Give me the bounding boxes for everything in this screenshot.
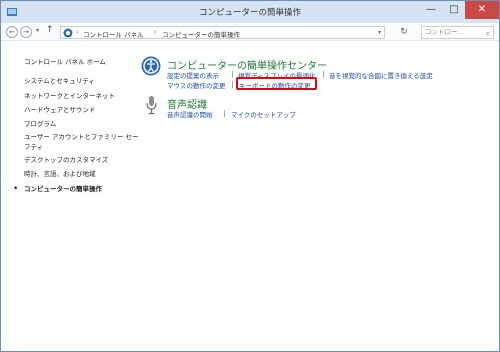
link-separator — [232, 71, 233, 78]
search-icon[interactable]: ⌕ — [486, 28, 490, 39]
breadcrumb-separator: › — [76, 28, 79, 36]
link-separator — [224, 110, 225, 117]
sidebar-item-network[interactable]: ネットワークとインターネット — [24, 90, 115, 100]
sidebar-item-ease-of-access[interactable]: コンピューターの簡単操作 — [24, 183, 102, 193]
search-placeholder: コントロー... — [425, 28, 464, 36]
breadcrumb-separator: › — [154, 28, 157, 36]
sidebar-item-hardware-sound[interactable]: ハードウェアとサウンド — [24, 104, 95, 114]
link-change-mouse[interactable]: マウスの動作の変更 — [167, 80, 226, 90]
forward-arrow-icon[interactable]: → — [20, 26, 32, 38]
sidebar-item-programs[interactable]: プログラム — [24, 118, 56, 128]
address-box[interactable]: › コントロール パネル › コンピューターの簡単操作 ▾ — [60, 26, 385, 39]
link-separator — [323, 71, 324, 78]
breadcrumb-control-panel[interactable]: コントロール パネル — [83, 29, 144, 39]
sidebar-home-link[interactable]: コントロール パネル ホーム — [24, 56, 106, 66]
sidebar: コントロール パネル ホーム システムとセキュリティ ネットワークとインターネッ… — [1, 41, 139, 351]
recent-locations-dropdown-icon[interactable]: ▾ — [36, 27, 39, 34]
search-input[interactable]: コントロー... ⌕ — [421, 26, 494, 39]
keyboard-link-highlight — [236, 77, 317, 90]
link-setup-microphone[interactable]: マイクのセットアップ — [231, 109, 296, 119]
title-bar: コンピューターの簡単操作 — □ ✕ — [1, 1, 499, 23]
link-visual-cues[interactable]: 音を視覚的な合図に置き換える設定 — [329, 70, 433, 80]
breadcrumb-ease-of-access[interactable]: コンピューターの簡単操作 — [162, 29, 240, 39]
close-button[interactable]: ✕ — [465, 1, 499, 19]
refresh-icon[interactable]: ↻ — [395, 26, 413, 39]
sidebar-item-user-accounts[interactable]: ユーザー アカウントとファミリー セー — [24, 131, 139, 141]
ease-of-access-center-icon — [141, 56, 161, 76]
sidebar-item-desktop[interactable]: デスクトップのカスタマイズ — [24, 154, 108, 164]
link-separator — [232, 81, 233, 88]
sidebar-item-system-security[interactable]: システムとセキュリティ — [24, 75, 95, 85]
navigation-bar: ← → ▾ ↑ › コントロール パネル › コンピューターの簡単操作 ▾ ↻ … — [1, 23, 499, 41]
link-start-speech-recognition[interactable]: 音声認識の開始 — [167, 109, 213, 119]
control-panel-window: コンピューターの簡単操作 — □ ✕ ← → ▾ ↑ › コントロール パネル … — [0, 0, 500, 352]
up-arrow-icon[interactable]: ↑ — [46, 25, 54, 35]
address-dropdown-icon[interactable]: ▾ — [378, 29, 381, 36]
microphone-icon — [146, 96, 157, 115]
minimize-button[interactable]: — — [419, 1, 443, 19]
maximize-button[interactable]: □ — [443, 1, 465, 19]
ease-of-access-icon — [63, 28, 73, 38]
current-item-bullet: • — [13, 184, 19, 194]
sidebar-item-user-accounts-cont[interactable]: フティ — [24, 141, 43, 151]
sidebar-item-clock-region[interactable]: 時計、言語、および地域 — [24, 168, 96, 178]
link-view-suggestions[interactable]: 設定の提案の表示 — [167, 70, 219, 80]
back-arrow-icon[interactable]: ← — [6, 26, 18, 38]
